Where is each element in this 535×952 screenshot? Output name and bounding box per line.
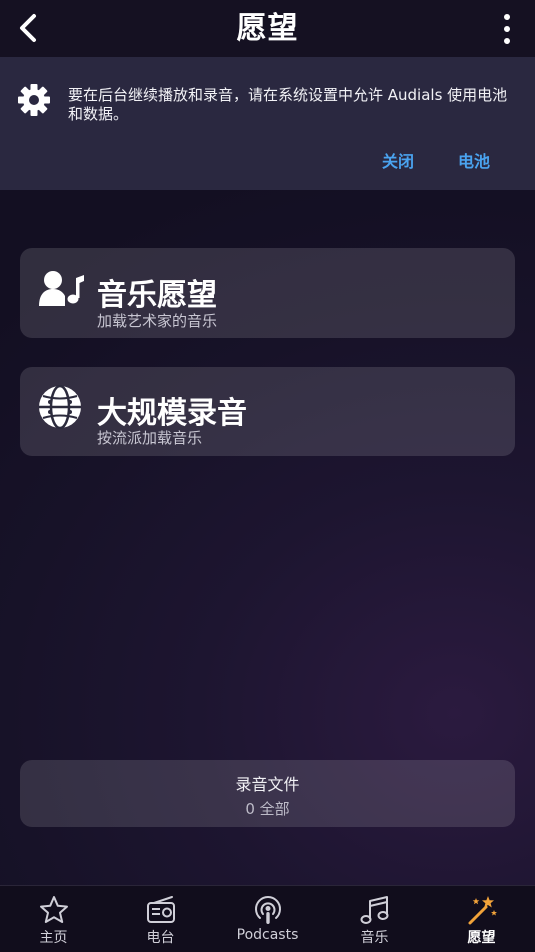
- gear-icon: [18, 84, 50, 116]
- notice-text: 要在后台继续播放和录音，请在系统设置中允许 Audials 使用电池和数据。: [68, 86, 508, 123]
- card-subtitle: 按流派加载音乐: [97, 429, 203, 447]
- podcast-icon: [255, 896, 281, 924]
- page-title: 愿望: [236, 11, 299, 46]
- nav-item-music[interactable]: 音乐: [321, 886, 428, 952]
- nav-item-home[interactable]: 主页: [0, 886, 107, 952]
- globe-genres-icon: [39, 385, 81, 429]
- star-icon: [40, 896, 68, 923]
- card-title: 音乐愿望: [97, 278, 217, 313]
- recordings-title: 录音文件: [235, 775, 300, 794]
- card-title: 大规模录音: [97, 396, 247, 431]
- top-bar: 愿望: [0, 0, 535, 57]
- nav-label: Podcasts: [236, 927, 299, 943]
- music-note-icon: [360, 896, 389, 924]
- magic-wand-icon: [468, 896, 497, 925]
- nav-label: 主页: [39, 930, 68, 946]
- nav-label: 愿望: [467, 930, 496, 946]
- nav-item-podcasts[interactable]: Podcasts: [214, 886, 321, 952]
- card-subtitle: 加载艺术家的音乐: [97, 312, 218, 330]
- nav-label: 音乐: [360, 930, 389, 946]
- nav-item-radio[interactable]: 电台: [107, 886, 214, 952]
- more-vertical-icon[interactable]: [495, 12, 519, 46]
- radio-icon: [147, 896, 175, 923]
- nav-item-wishes[interactable]: 愿望: [428, 886, 535, 952]
- notice-battery-button[interactable]: 电池: [458, 148, 490, 172]
- notice-close-button[interactable]: 关闭: [382, 148, 414, 172]
- mass-recording-card[interactable]: 大规模录音 按流派加载音乐: [20, 367, 515, 456]
- music-wish-card[interactable]: 音乐愿望 加载艺术家的音乐: [20, 248, 515, 338]
- recordings-count: 0 全部: [245, 800, 290, 818]
- nav-label: 电台: [146, 930, 175, 946]
- artist-music-icon: [39, 271, 84, 306]
- recordings-button[interactable]: 录音文件 0 全部: [20, 760, 515, 827]
- bottom-nav: 主页 电台 Podcasts 音乐 愿望: [0, 885, 535, 952]
